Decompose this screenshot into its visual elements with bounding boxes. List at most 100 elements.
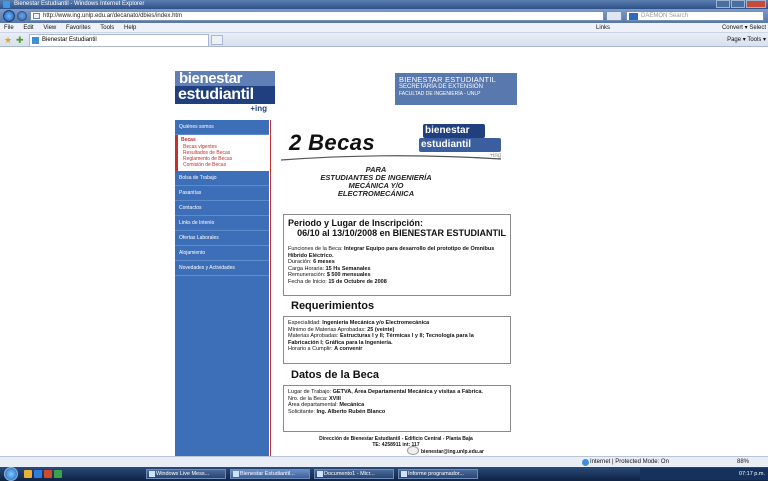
window-titlebar: Bienestar Estudiantil - Windows Internet… [0,0,768,9]
minimize-button[interactable] [716,0,730,8]
menu-view[interactable]: View [39,23,60,33]
menu-file[interactable]: File [0,23,18,33]
address-bar[interactable]: http://www.ing.unlp.edu.ar/decanato/dbie… [30,11,604,21]
menu-tools[interactable]: Tools [96,23,118,33]
solicitante-label: Solicitante: [288,408,315,415]
menu-bar: File Edit View Favorites Tools Help Link… [0,23,768,33]
sidebar-item-ofertas[interactable]: Ofertas Laborales [175,231,269,246]
requerimientos-heading: Requerimientos [291,300,375,312]
quicklaunch-ie-icon[interactable] [34,470,42,478]
address-url: http://www.ing.unlp.edu.ar/decanato/dbie… [43,13,183,19]
nro-label: Nro. de la Beca: [288,395,328,402]
content-logo-line2: estudiantil [419,138,501,152]
area-value: Mecánica [339,402,365,408]
search-placeholder: DAEMON Search [641,13,689,19]
menu-favorites[interactable]: Favorites [62,23,95,33]
address-row: http://www.ing.unlp.edu.ar/decanato/dbie… [0,9,768,23]
requerimientos-box: Especialidad: Ingeniería Mecánica y/o El… [283,316,511,364]
inscription-box: Periodo y Lugar de Inscripción: 06/10 al… [283,214,511,296]
banner-subtitle: SECRETARÍA DE EXTENSIÓN [399,84,483,90]
clock[interactable]: 07:17 p.m. [739,468,765,480]
search-input[interactable]: DAEMON Search [626,11,764,21]
solicitante-value: Ing. Alberto Rubén Blanco [316,408,386,415]
nro-value: XVIII [328,395,341,402]
horario-value: A convenir [334,346,363,352]
task-documento1[interactable]: Documento1 - Micr... [314,469,394,479]
sidebar-nav: Quiénes somos Becas Becas vigentes Resul… [175,120,269,456]
task-bienestar[interactable]: Bienestar Estudiantil... [230,469,310,479]
contact-email-link[interactable]: bienestar@ing.unlp.edu.ar [421,449,484,455]
refresh-button[interactable] [606,11,622,21]
close-button[interactable] [746,0,766,8]
window-controls [716,0,766,9]
minimo-value: 25 (veinte) [367,326,395,333]
content-logo-line1: bienestar [423,124,485,138]
content-logo: bienestar estudiantil +ing [419,124,501,159]
inicio-label: Fecha de Inicio: [288,278,327,285]
task-icon [233,471,239,477]
sidebar-item-links[interactable]: Links de Interés [175,216,269,231]
task-label: Bienestar Estudiantil... [240,471,295,477]
maximize-button[interactable] [731,0,745,8]
contact-footer: Dirección de Bienestar Estudiantil - Edi… [291,436,501,448]
contact-phone: TE: 4258911 int: 117 [372,442,420,448]
status-bar: Internet | Protected Mode: On 88% [0,456,768,467]
datos-heading: Datos de la Beca [291,369,380,381]
window-title: Bienestar Estudiantil - Windows Internet… [14,1,145,7]
duracion-label: Duración: [288,259,312,265]
remuneracion-value: $ 500 mensuales [326,272,371,278]
minimo-label: Mínimo de Materias Aprobadas: [288,326,366,333]
add-favorites-icon[interactable]: ✚ [16,35,24,45]
tab-bienestar[interactable]: Bienestar Estudiantil [29,34,209,46]
ie-icon [3,1,10,8]
task-label: Informe programador... [408,471,464,477]
site-logo[interactable]: bienestar estudiantil +ing [175,70,275,116]
datos-details: Lugar de Trabajo: GETVA, Área Departamen… [288,389,506,415]
quicklaunch-media-icon[interactable] [44,470,52,478]
banner-title: BIENESTAR ESTUDIANTIL [399,75,496,84]
main-content: 2 Becas bienestar estudiantil +ing PARA … [270,120,517,456]
especialidad-label: Especialidad: [288,320,321,326]
command-bar[interactable]: Page ▾ Tools ▾ [727,33,766,47]
site-banner: bienestar estudiantil +ing BIENESTAR EST… [175,70,517,116]
logo-line2: estudiantil [175,86,275,104]
sidebar-item-becas[interactable]: Becas [181,136,269,144]
favorites-star-icon[interactable]: ★ [4,35,12,45]
search-provider-icon [629,13,638,20]
remuneracion-label: Remuneración: [288,272,326,278]
page-viewport: bienestar estudiantil +ing BIENESTAR EST… [0,48,768,456]
sidebar-item-quienes-somos[interactable]: Quiénes somos [175,120,269,135]
especialidad-value: Ingeniería Mecánica y/o Electromecánica [322,320,430,326]
taskbar: Windows Live Mess... Bienestar Estudiant… [0,467,768,481]
quicklaunch-messenger-icon[interactable] [54,470,62,478]
task-windows-live[interactable]: Windows Live Mess... [146,469,226,479]
forward-button[interactable] [17,11,27,21]
inscription-dates: 06/10 al 13/10/2008 en BIENESTAR ESTUDIA… [297,228,506,238]
sidebar-item-contactos[interactable]: Contactos [175,201,269,216]
logo-line3: +ing [250,104,267,113]
links-toolbar[interactable]: Links [596,23,610,33]
datos-box: Lugar de Trabajo: GETVA, Área Departamen… [283,385,511,432]
sidebar-item-alojamiento[interactable]: Alojamiento [175,246,269,261]
start-button[interactable] [4,467,18,481]
back-button[interactable] [3,10,15,22]
page-title: 2 Becas [289,130,375,155]
convert-select-tools[interactable]: Convert ▾ Select [722,23,766,33]
sidebar-item-pasantias[interactable]: Pasantías [175,186,269,201]
page-icon [33,13,40,19]
quicklaunch-folder-icon[interactable] [24,470,32,478]
task-icon [317,471,323,477]
area-label: Área departamental: [288,402,338,408]
audience-line-4: ELECTROMECÁNICA [337,189,415,198]
sidebar-item-bolsa-trabajo[interactable]: Bolsa de Trabajo [175,171,269,186]
sidebar-becas-section: Becas Becas vigentes Resultados de Becas… [175,135,269,171]
banner-header-block: BIENESTAR ESTUDIANTIL SECRETARÍA DE EXTE… [393,73,517,105]
inicio-value: 15 de Octubre de 2008 [328,278,387,285]
sidebar-subitem-comision[interactable]: Comisión de Becas [181,162,269,168]
task-informe[interactable]: Informe programador... [398,469,478,479]
tab-label: Bienestar Estudiantil [42,37,97,43]
menu-edit[interactable]: Edit [19,23,37,33]
new-tab-button[interactable] [211,35,223,45]
sidebar-item-novedades[interactable]: Novedades y Actividades [175,261,269,276]
menu-help[interactable]: Help [120,23,140,33]
